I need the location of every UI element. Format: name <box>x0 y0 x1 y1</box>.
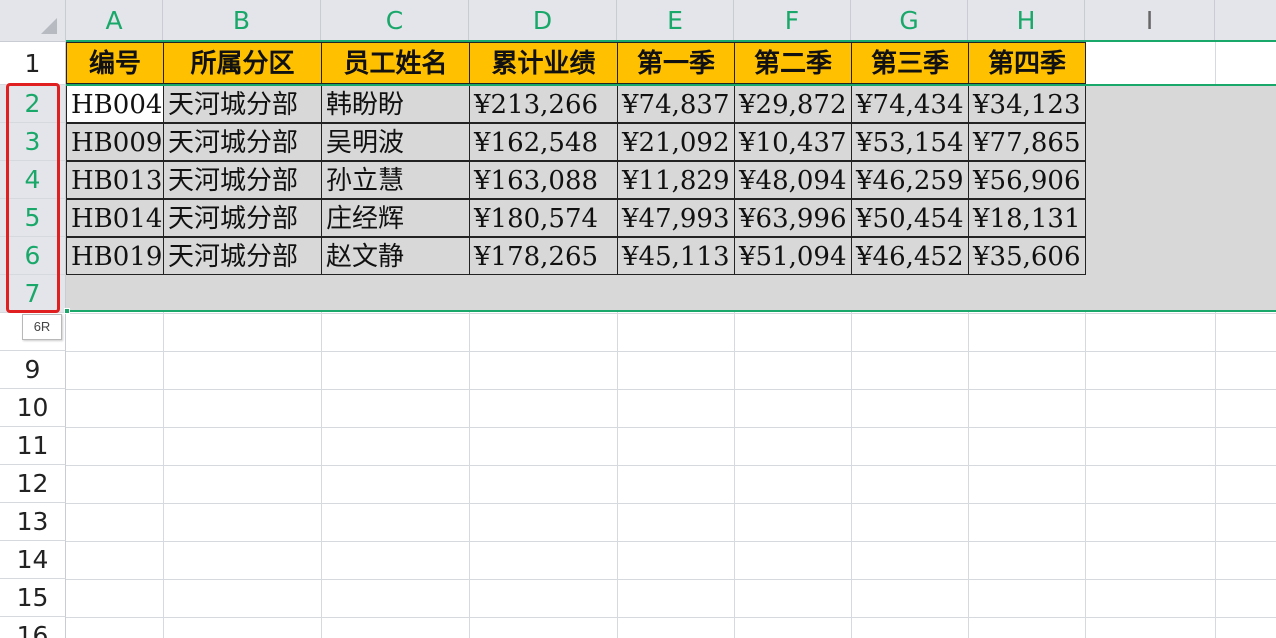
header-cell-e[interactable]: 第一季 <box>617 42 735 84</box>
gridline-horizontal <box>66 313 1276 314</box>
selection-top-border <box>66 84 1276 86</box>
table-cell[interactable]: ¥48,094 <box>734 161 852 199</box>
row-highlight-box <box>6 83 60 313</box>
table-cell[interactable]: HB019 <box>66 237 164 275</box>
table-cell[interactable]: 天河城分部 <box>163 123 322 161</box>
select-all-corner[interactable] <box>0 0 66 42</box>
table-cell[interactable]: ¥45,113 <box>617 237 735 275</box>
column-header-e[interactable]: E <box>617 0 734 42</box>
table-cell[interactable]: ¥178,265 <box>469 237 618 275</box>
row-header-14[interactable]: 14 <box>0 541 66 579</box>
gridline-horizontal <box>66 579 1276 580</box>
row-header-13[interactable]: 13 <box>0 503 66 541</box>
table-cell[interactable]: ¥47,993 <box>617 199 735 237</box>
column-header-b[interactable]: B <box>163 0 321 42</box>
table-cell[interactable]: HB009 <box>66 123 164 161</box>
table-cell[interactable]: ¥50,454 <box>851 199 969 237</box>
table-cell[interactable]: ¥162,548 <box>469 123 618 161</box>
table-cell[interactable]: 庄经辉 <box>321 199 470 237</box>
table-cell[interactable]: ¥77,865 <box>968 123 1086 161</box>
column-header-d[interactable]: D <box>469 0 617 42</box>
table-cell[interactable]: ¥11,829 <box>617 161 735 199</box>
column-header-g[interactable]: G <box>851 0 968 42</box>
table-cell[interactable]: ¥213,266 <box>469 85 618 123</box>
table-cell[interactable]: ¥63,996 <box>734 199 852 237</box>
table-cell[interactable]: ¥10,437 <box>734 123 852 161</box>
table-cell[interactable]: 韩盼盼 <box>321 85 470 123</box>
table-cell[interactable]: ¥163,088 <box>469 161 618 199</box>
table-cell[interactable]: 吴明波 <box>321 123 470 161</box>
active-cell[interactable]: HB004 <box>66 85 164 123</box>
column-header-h[interactable]: H <box>968 0 1085 42</box>
table-cell[interactable]: 天河城分部 <box>163 237 322 275</box>
table-cell[interactable]: 天河城分部 <box>163 85 322 123</box>
column-header-i[interactable]: I <box>1085 0 1215 42</box>
gridline-horizontal <box>66 389 1276 390</box>
header-cell-d[interactable]: 累计业绩 <box>469 42 618 84</box>
table-cell[interactable]: HB013 <box>66 161 164 199</box>
column-header-selection-line <box>66 40 1276 42</box>
table-cell[interactable]: ¥46,452 <box>851 237 969 275</box>
row-header-10[interactable]: 10 <box>0 389 66 427</box>
gridline-horizontal <box>66 541 1276 542</box>
table-cell[interactable]: ¥21,092 <box>617 123 735 161</box>
gridline-horizontal <box>66 617 1276 618</box>
row-header-12[interactable]: 12 <box>0 465 66 503</box>
table-cell[interactable]: ¥51,094 <box>734 237 852 275</box>
select-all-triangle-icon <box>41 18 57 34</box>
header-cell-b[interactable]: 所属分区 <box>163 42 322 84</box>
table-cell[interactable]: ¥34,123 <box>968 85 1086 123</box>
gridline-horizontal <box>66 351 1276 352</box>
selection-size-tooltip: 6R <box>22 314 62 340</box>
table-cell[interactable]: 赵文静 <box>321 237 470 275</box>
header-cell-f[interactable]: 第二季 <box>734 42 852 84</box>
gridline-horizontal <box>66 427 1276 428</box>
spreadsheet-grid[interactable]: ABCDEFGHI 1 2 3 4 5 6 7 9 10 11 12 13 14 15 16 编号 所属分区员… <box>0 0 1276 638</box>
column-header-a[interactable]: A <box>66 0 163 42</box>
table-cell[interactable]: 天河城分部 <box>163 161 322 199</box>
header-cell-g[interactable]: 第三季 <box>851 42 969 84</box>
row-header-15[interactable]: 15 <box>0 579 66 617</box>
fill-handle[interactable] <box>64 308 70 314</box>
table-cell[interactable]: ¥74,434 <box>851 85 969 123</box>
table-cell[interactable]: ¥18,131 <box>968 199 1086 237</box>
gridline-horizontal <box>66 465 1276 466</box>
table-cell[interactable]: ¥56,906 <box>968 161 1086 199</box>
table-cell[interactable]: 天河城分部 <box>163 199 322 237</box>
gridline-horizontal <box>66 503 1276 504</box>
table-cell[interactable]: HB014 <box>66 199 164 237</box>
column-header-c[interactable]: C <box>321 0 469 42</box>
selection-bottom-border <box>66 310 1276 312</box>
row-header-9[interactable]: 9 <box>0 351 66 389</box>
table-cell[interactable]: 孙立慧 <box>321 161 470 199</box>
header-cell-a[interactable]: 编号 <box>66 42 164 84</box>
header-cell-c[interactable]: 员工姓名 <box>321 42 470 84</box>
row-header-1[interactable]: 1 <box>0 42 66 85</box>
table-cell[interactable]: ¥46,259 <box>851 161 969 199</box>
table-cell[interactable]: ¥53,154 <box>851 123 969 161</box>
row-header-16[interactable]: 16 <box>0 617 66 638</box>
table-cell[interactable]: ¥35,606 <box>968 237 1086 275</box>
table-cell[interactable]: ¥29,872 <box>734 85 852 123</box>
header-cell-h[interactable]: 第四季 <box>968 42 1086 84</box>
row-header-11[interactable]: 11 <box>0 427 66 465</box>
table-cell[interactable]: ¥180,574 <box>469 199 618 237</box>
table-cell[interactable]: ¥74,837 <box>617 85 735 123</box>
column-header-f[interactable]: F <box>734 0 851 42</box>
